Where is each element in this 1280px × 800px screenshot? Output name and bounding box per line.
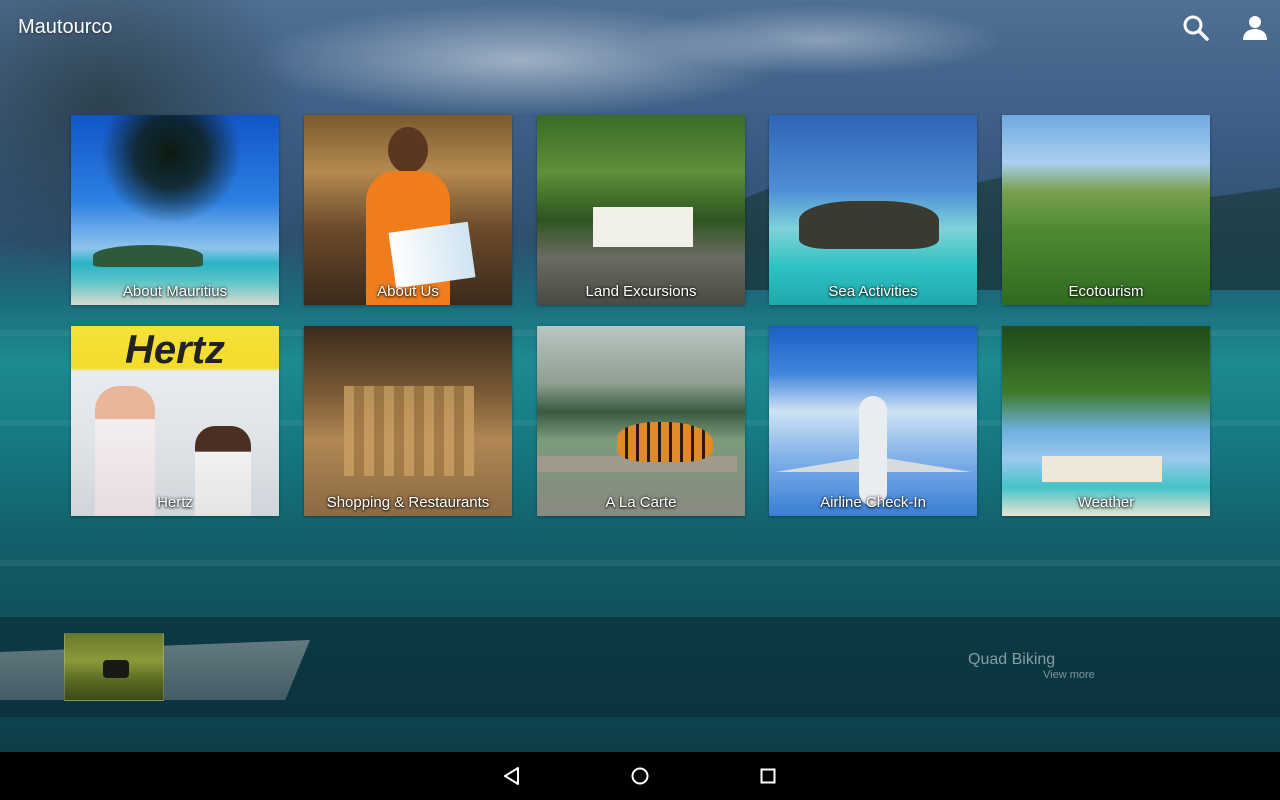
tile-image-tiger: [617, 422, 713, 462]
tile-label: Land Excursions: [585, 283, 697, 300]
tile-label: Weather: [1077, 494, 1135, 511]
featured-strip[interactable]: Quad Biking View more: [0, 617, 1280, 717]
tile-image-foliage: [101, 115, 241, 225]
tile-image-house: [593, 207, 693, 247]
recents-square-icon: [760, 768, 776, 784]
nav-back-button[interactable]: [500, 764, 524, 788]
tile-about-us[interactable]: About Us: [304, 115, 512, 305]
tile-a-la-carte[interactable]: A La Carte: [537, 326, 745, 516]
tile-image: [1002, 115, 1210, 305]
featured-title: Quad Biking: [968, 651, 1056, 668]
tile-image: [71, 115, 279, 305]
tile-label: About Us: [377, 283, 439, 300]
tile-weather[interactable]: Weather: [1002, 326, 1210, 516]
tile-label: Hertz: [157, 494, 193, 511]
tile-label: A La Carte: [605, 494, 677, 511]
tile-image-plane-body: [859, 396, 887, 506]
tile-ecotourism[interactable]: Ecotourism: [1002, 115, 1210, 305]
category-grid: About Mauritius About Us Land Excursions…: [71, 115, 1211, 517]
tile-image: Hertz: [71, 326, 279, 516]
tile-image-resort: [1042, 456, 1162, 482]
search-icon: [1183, 15, 1209, 41]
view-more-link[interactable]: View more: [1043, 669, 1095, 681]
tile-image: [537, 326, 745, 516]
system-nav-bar: [0, 752, 1280, 800]
person-icon: [1243, 16, 1267, 40]
nav-recents-button[interactable]: [756, 764, 780, 788]
home-circle-icon: [631, 767, 649, 785]
search-button[interactable]: [1182, 14, 1210, 42]
tile-image-stall: [344, 386, 474, 476]
app-bar: Mautourco: [0, 0, 1280, 56]
tile-hertz[interactable]: Hertz Hertz: [71, 326, 279, 516]
tile-image-rock: [799, 201, 939, 249]
tile-shopping-restaurants[interactable]: Shopping & Restaurants: [304, 326, 512, 516]
nav-home-button[interactable]: [628, 764, 652, 788]
featured-thumbnail-quad: [103, 660, 129, 678]
tile-about-mauritius[interactable]: About Mauritius: [71, 115, 279, 305]
tile-label: Ecotourism: [1068, 283, 1144, 300]
featured-thumbnail[interactable]: [64, 633, 164, 701]
profile-button[interactable]: [1241, 14, 1269, 42]
tile-image: [769, 115, 977, 305]
back-triangle-icon: [504, 767, 519, 785]
tile-image: [769, 326, 977, 516]
tile-airline-check-in[interactable]: Airline Check-In: [769, 326, 977, 516]
tile-image-head: [388, 127, 428, 173]
tile-label: Shopping & Restaurants: [326, 494, 490, 511]
tile-label: Airline Check-In: [820, 494, 926, 511]
tile-label: Sea Activities: [828, 283, 918, 300]
tile-image: [1002, 326, 1210, 516]
tile-image-island: [93, 245, 203, 267]
tile-land-excursions[interactable]: Land Excursions: [537, 115, 745, 305]
tile-image: [537, 115, 745, 305]
background-wave: [0, 560, 1280, 566]
tile-image: [304, 326, 512, 516]
tile-label: About Mauritius: [122, 283, 228, 300]
tile-image-brochure: [388, 221, 476, 289]
tile-image-hertz-sign: Hertz: [125, 328, 226, 372]
tile-sea-activities[interactable]: Sea Activities: [769, 115, 977, 305]
app-title: Mautourco: [18, 16, 113, 38]
tile-image: [304, 115, 512, 305]
